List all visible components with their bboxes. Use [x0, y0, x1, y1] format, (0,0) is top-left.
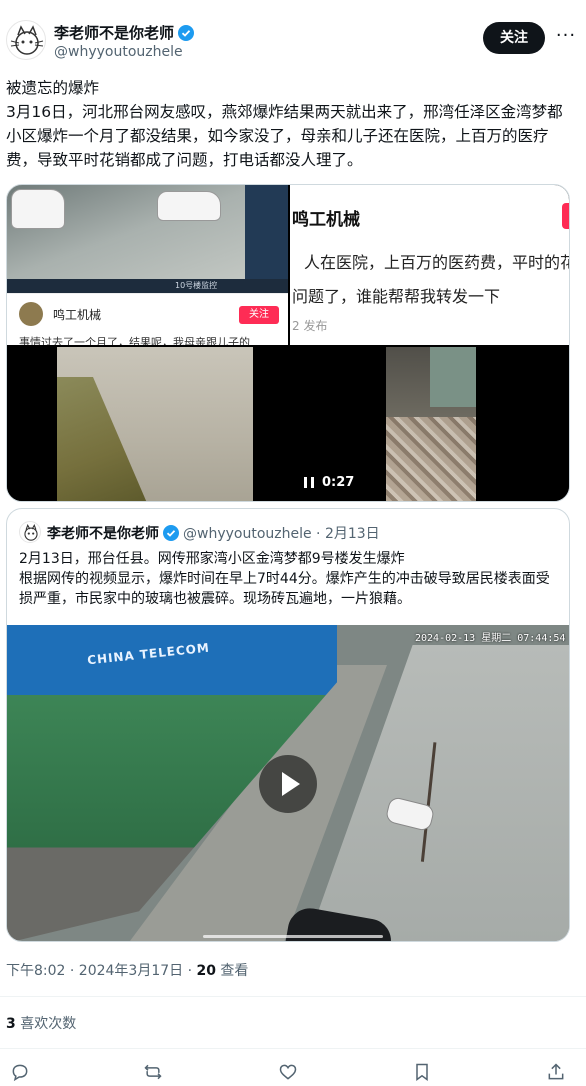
author-name-row[interactable]: 李老师不是你老师	[54, 22, 195, 43]
pause-icon[interactable]	[304, 477, 314, 488]
views-label: 查看	[215, 963, 249, 979]
quoted-author-avatar	[19, 521, 41, 543]
post-meta: 2 发布	[292, 319, 328, 333]
more-options-icon[interactable]: ···	[554, 26, 578, 50]
tweet-author: 李老师不是你老师 @whyyoutouzhele 关注 ···	[6, 20, 580, 64]
caption-line: 问题了，谁能帮帮我转发一下	[292, 287, 501, 306]
views-count: 20	[196, 963, 216, 979]
douyin-card: 鸣工机械 关注 事情过去了一个月了，结果呢，我母亲跟儿子的	[7, 293, 288, 345]
verified-badge-icon	[163, 525, 179, 541]
author-handle[interactable]: @whyyoutouzhele	[54, 44, 183, 60]
media-grid: 10号楼监控 鸣工机械 关注 事情过去了一个月了，结果呢，我母亲跟儿子的 鸣工机…	[6, 184, 570, 502]
retweet-icon[interactable]	[143, 1062, 167, 1086]
divider	[0, 996, 586, 997]
card-follow-button	[562, 203, 569, 229]
media-video-4[interactable]: 0:27	[290, 347, 569, 501]
account-title: 鸣工机械	[292, 210, 360, 230]
account-name: 鸣工机械	[53, 308, 102, 322]
divider	[0, 1048, 586, 1049]
parked-car	[157, 191, 221, 221]
like-icon[interactable]	[278, 1062, 302, 1086]
quoted-handle-date: @whyyoutouzhele · 2月13日	[183, 526, 380, 542]
tweet-text: 被遗忘的爆炸 3月16日，河北邢台网友感叹，燕郊爆炸结果两天就出来了，邢湾任泽区…	[6, 76, 578, 172]
account-avatar	[19, 302, 43, 326]
author-avatar[interactable]	[6, 20, 46, 60]
parked-car	[11, 189, 65, 229]
video-duration: 0:27	[322, 475, 355, 490]
cam-label: 10号楼监控	[175, 281, 218, 290]
likes-stat[interactable]: 3 喜欢次数	[6, 1013, 76, 1033]
quoted-tweet[interactable]: 李老师不是你老师 @whyyoutouzhele · 2月13日 2月13日，邢…	[6, 508, 570, 942]
quoted-text: 2月13日，邢台任县。网传邢家湾小区金湾梦都9号楼发生爆炸 根据网传的视频显示，…	[19, 549, 559, 609]
video-scrubber[interactable]	[203, 935, 383, 938]
quoted-line: 2月13日，邢台任县。网传邢家湾小区金湾梦都9号楼发生爆炸	[19, 551, 405, 567]
video-duration-badge[interactable]: 0:27	[304, 475, 354, 490]
play-icon[interactable]	[259, 755, 317, 813]
media-image-2[interactable]: 鸣工机械 人在医院，上百万的医药费，平时的花 问题了，谁能帮帮我转发一下 2 发…	[290, 185, 570, 345]
share-icon[interactable]	[546, 1062, 570, 1086]
monitor-bar: 10号楼监控	[7, 279, 288, 293]
quoted-header: 李老师不是你老师 @whyyoutouzhele · 2月13日	[47, 523, 380, 543]
tweet-meta: 下午8:02 · 2024年3月17日 · 20 查看	[6, 960, 248, 980]
card-follow-button: 关注	[239, 306, 279, 324]
media-image-1[interactable]: 10号楼监控 鸣工机械 关注 事情过去了一个月了，结果呢，我母亲跟儿子的	[7, 185, 288, 345]
reply-icon[interactable]	[10, 1062, 34, 1086]
surveillance-frame	[7, 185, 288, 289]
monitor-panel	[245, 185, 288, 289]
building-wall	[430, 347, 476, 407]
verified-badge-icon	[178, 24, 195, 41]
follow-button[interactable]: 关注	[483, 22, 545, 54]
likes-count: 3	[6, 1016, 16, 1032]
quoted-video[interactable]: CHINA TELECOM 2024-02-13 星期二 07:44:54	[7, 625, 569, 941]
debris	[386, 417, 476, 501]
tree	[420, 742, 494, 868]
tweet-timestamp[interactable]: 下午8:02 · 2024年3月17日 ·	[6, 963, 197, 979]
caption-line: 人在医院，上百万的医药费，平时的花	[304, 253, 570, 272]
likes-label: 喜欢次数	[15, 1016, 77, 1032]
cctv-timestamp: 2024-02-13 星期二 07:44:54	[415, 633, 566, 644]
author-name[interactable]: 李老师不是你老师	[54, 22, 174, 43]
media-image-3[interactable]	[7, 347, 288, 501]
bookmark-icon[interactable]	[412, 1062, 436, 1086]
tweet-title: 被遗忘的爆炸	[6, 79, 100, 97]
card-caption: 事情过去了一个月了，结果呢，我母亲跟儿子的	[19, 336, 250, 345]
quoted-author-name: 李老师不是你老师	[47, 526, 159, 542]
action-bar	[0, 1062, 586, 1086]
quoted-line: 根据网传的视频显示，爆炸时间在早上7时44分。爆炸产生的冲击破导致居民楼表面受损…	[19, 571, 550, 607]
tweet-body: 3月16日，河北邢台网友感叹，燕郊爆炸结果两天就出来了，邢湾任泽区金湾梦都小区爆…	[6, 103, 563, 169]
